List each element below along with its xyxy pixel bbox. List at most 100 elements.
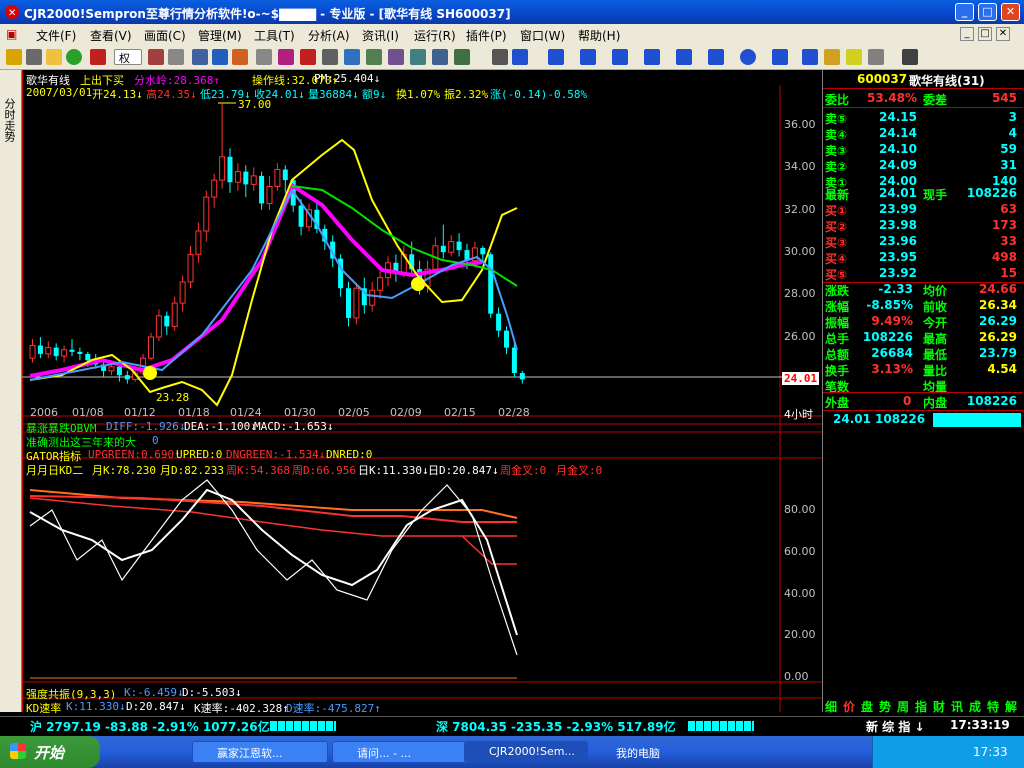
menu-file[interactable]: 文件(F) [36,27,76,44]
panel-tab[interactable]: 盘 [861,698,873,715]
panel-tab[interactable]: 成 [969,698,981,715]
menu-view[interactable]: 查看(V) [90,27,132,44]
lock-icon[interactable] [256,49,272,65]
kd-week-cross: 周金叉:0 [500,464,547,477]
weight-select[interactable]: 权 [114,49,142,65]
maximize-button[interactable]: □ [978,3,997,21]
alarm-icon[interactable] [300,49,316,65]
cursor-icon[interactable] [492,49,508,65]
menu-run[interactable]: 运行(R) [414,27,456,44]
sell-label: 卖② [825,160,848,174]
ellipse-icon[interactable] [740,49,756,65]
panel-tab[interactable]: 周 [897,698,909,715]
chart-icon[interactable] [278,49,294,65]
channel-icon[interactable] [644,49,660,65]
line-icon[interactable] [90,49,106,65]
my-computer-link[interactable]: 我的电脑 [616,745,660,761]
buy-label: 买② [825,220,848,234]
app-icon: ✕ [5,5,19,19]
tab-minute-chart[interactable]: 分时走势 [3,98,17,142]
sell-label: 卖⑤ [825,112,848,126]
menu-manage[interactable]: 管理(M) [198,27,242,44]
stat-label: 振幅 [825,316,850,330]
panel-tab[interactable]: 财 [933,698,945,715]
panel-tab[interactable]: 指 [915,698,927,715]
mdi-close-button[interactable]: ✕ [996,27,1010,41]
multi-icon[interactable] [410,49,426,65]
menu-help[interactable]: 帮助(H) [578,27,620,44]
minimize-button[interactable]: _ [955,3,974,21]
rect-icon[interactable] [708,49,724,65]
tick-bar [933,413,1021,427]
panel-tab[interactable]: 讯 [951,698,963,715]
hline-icon[interactable] [548,49,564,65]
close-button[interactable]: ✕ [1001,3,1020,21]
menu-analysis[interactable]: 分析(A) [308,27,350,44]
menu-screen[interactable]: 画面(C) [144,27,186,44]
folder-icon[interactable] [6,49,22,65]
save-icon[interactable] [26,49,42,65]
mdi-restore-button[interactable]: □ [978,27,992,41]
candle-body [346,288,351,318]
grid-icon[interactable] [192,49,208,65]
sub-y-tick: 80.00 [784,503,816,516]
calc-icon[interactable] [322,49,338,65]
draw-line-icon[interactable] [512,49,528,65]
text-icon[interactable] [772,49,788,65]
menu-window[interactable]: 窗口(W) [520,27,565,44]
report-icon[interactable] [366,49,382,65]
sh-index[interactable]: 沪 2797.19 -83.88 -2.91% 1077.26亿 [30,718,270,735]
news-ticker[interactable]: 新 综 指 ↓ [866,718,925,735]
zoom-icon[interactable] [212,49,228,65]
chart-area[interactable] [22,70,822,712]
menu-plugin[interactable]: 插件(P) [466,27,507,44]
candle-body [227,156,233,183]
buy-volume: 33 [1000,234,1017,248]
window-icon[interactable] [344,49,360,65]
stat-value: 23.79 [979,346,1017,360]
x-tick: 02/28 [498,406,530,419]
mdi-min-button[interactable]: _ [960,27,974,41]
gator-dnred: DNRED:0 [326,448,373,461]
panel-tab[interactable]: 特 [987,698,999,715]
rsi-icon[interactable] [46,49,62,65]
fib-icon[interactable] [676,49,692,65]
status-bar: 沪 2797.19 -83.88 -2.91% 1077.26亿 深 7804.… [0,716,1024,734]
buy-price: 23.92 [879,266,917,280]
sz-index[interactable]: 深 7804.35 -235.35 -2.93% 517.89亿 [436,718,676,735]
task-item[interactable]: 请问... - ... [332,741,468,763]
menu-tools[interactable]: 工具(T) [254,27,295,44]
stat-label: 总额 [825,348,850,362]
task-item[interactable]: 赢家江恩软... [192,741,328,763]
disk-icon[interactable] [902,49,918,65]
delete-icon[interactable] [868,49,884,65]
info-icon[interactable] [232,49,248,65]
table-icon[interactable] [432,49,448,65]
trend-icon[interactable] [454,49,470,65]
xianshou-label: 现手 [923,188,948,202]
layout-icon[interactable] [388,49,404,65]
lock2-icon[interactable] [824,49,840,65]
arrow-icon[interactable] [802,49,818,65]
menu-info[interactable]: 资讯(I) [362,27,399,44]
start-button[interactable]: 开始 [0,736,100,768]
move-icon[interactable] [66,49,82,65]
fan-icon[interactable] [612,49,628,65]
kd-name: 月月日KD二 [26,464,84,477]
panel-tab[interactable]: 细 [825,698,837,715]
period-label[interactable]: 4小时 [784,406,813,422]
glasses-icon[interactable] [168,49,184,65]
vline-icon[interactable] [580,49,596,65]
candle-icon[interactable] [148,49,164,65]
task-item-active[interactable]: CJR2000!Sem... [464,741,588,763]
x-tick: 01/30 [284,406,316,419]
eraser-icon[interactable] [846,49,862,65]
candle-body [77,351,83,354]
candle-body [37,345,43,354]
stat-row: 涨幅 -8.85% 前收 26.34 [823,298,1023,314]
panel-tab[interactable]: 势 [879,698,891,715]
indicator-pm: PM:25.404↓ [314,72,381,85]
panel-tab[interactable]: 解 [1005,698,1017,715]
panel-tab[interactable]: 价 [843,698,855,715]
menu-app-icon[interactable]: ▣ [6,27,17,41]
